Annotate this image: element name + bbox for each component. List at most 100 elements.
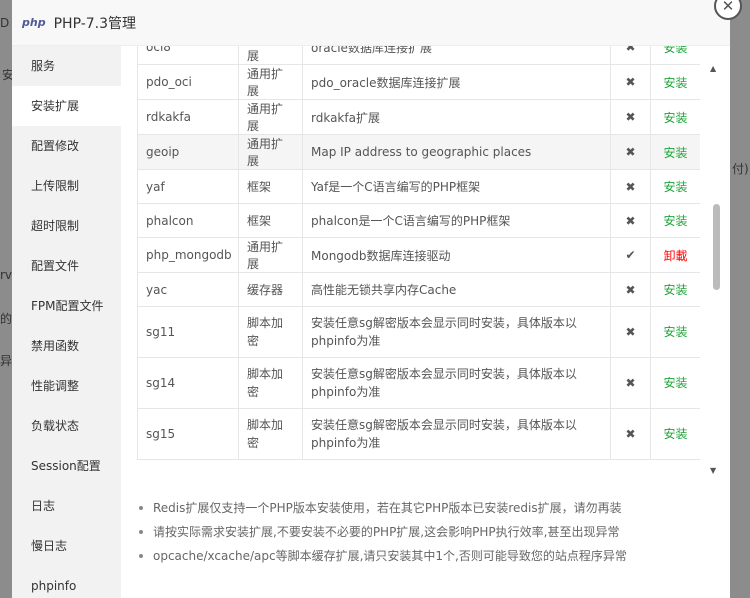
cross-icon: ✖ [625, 282, 636, 297]
sidebar-item[interactable]: phpinfo [12, 566, 121, 598]
description-line: 安装任意sg解密版本会显示同时安装，具体版本以 [311, 418, 577, 432]
description-line: 安装任意sg解密版本会显示同时安装，具体版本以 [311, 367, 577, 381]
scrollbar[interactable]: ▲ ▼ [710, 56, 722, 476]
status-cell: ✔ [610, 237, 651, 273]
status-cell: ✖ [610, 408, 651, 460]
sidebar-item[interactable]: 超时限制 [12, 206, 121, 246]
status-cell: ✖ [610, 357, 651, 409]
install-link[interactable]: 安装 [663, 180, 687, 194]
extension-name: yac [137, 272, 239, 307]
extension-description: Mongodb数据库连接驱动 [302, 237, 611, 273]
cross-icon: ✖ [625, 213, 636, 228]
cross-icon: ✖ [625, 75, 636, 89]
operation-cell: 安装 [650, 408, 700, 460]
note-item: Redis扩展仅支持一个PHP版本安装使用，若在其它PHP版本已安装redis扩… [137, 498, 627, 522]
extension-type: 框架 [238, 169, 303, 204]
description-line: phpinfo为准 [311, 436, 381, 450]
extension-name: pdo_oci [137, 64, 239, 100]
status-cell: ✖ [610, 169, 651, 204]
extension-description: pdo_oracle数据库连接扩展 [302, 64, 611, 100]
status-cell: ✖ [610, 134, 651, 170]
dialog-header[interactable]: php PHP-7.3管理 [12, 0, 730, 46]
extension-row: yaf 框架 Yaf是一个C语言编写的PHP框架 ✖ 安装 [137, 169, 700, 204]
extension-table-wrapper[interactable]: oci8通用扩展oracle数据库连接扩展✖安装pdo_oci通用扩展pdo_o… [137, 46, 700, 475]
cross-icon: ✖ [625, 46, 636, 54]
sidebar: 服务 安装扩展 配置修改 上传限制 超时限制 配置文件 FPM配置文件 禁用函数 性能调整 负载状… [12, 46, 121, 598]
cross-icon: ✖ [625, 325, 636, 339]
sidebar-item[interactable]: 上传限制 [12, 166, 121, 206]
note-item: 请按实际需求安装扩展,不要安装不必要的PHP扩展,这会影响PHP执行效率,甚至出… [137, 522, 627, 546]
install-link[interactable]: 安装 [663, 283, 687, 297]
extension-description: Yaf是一个C语言编写的PHP框架 [302, 169, 611, 204]
sidebar-item[interactable]: 配置修改 [12, 126, 121, 166]
operation-cell: 安装 [650, 306, 700, 358]
install-link[interactable]: 安装 [663, 214, 687, 228]
operation-cell: 卸載 [650, 237, 700, 273]
extension-row: phalcon 框架 phalcon是一个C语言编写的PHP框架 ✖ 安装 [137, 203, 700, 238]
sidebar-item[interactable]: 禁用函数 [12, 326, 121, 366]
sidebar-item[interactable]: 配置文件 [12, 246, 121, 286]
operation-cell: 安装 [650, 64, 700, 100]
extension-type: 通用扩展 [238, 99, 303, 135]
sidebar-item[interactable]: 慢日志 [12, 526, 121, 566]
sidebar-item[interactable]: 负载状态 [12, 406, 121, 446]
cross-icon: ✖ [625, 179, 636, 194]
extension-type: 缓存器 [238, 272, 303, 307]
extension-name: yaf [137, 169, 239, 204]
install-link[interactable]: 安装 [663, 111, 687, 125]
sidebar-item[interactable]: 日志 [12, 486, 121, 526]
extension-row: sg14 脚本加密 安装任意sg解密版本会显示同时安装，具体版本以 phpinfo为准… [137, 357, 700, 409]
description-line: phpinfo为准 [311, 385, 381, 399]
install-link[interactable]: 安装 [663, 146, 687, 160]
scroll-down-icon[interactable]: ▼ [710, 466, 716, 475]
status-cell: ✖ [610, 46, 651, 65]
extension-description: Map IP address to geographic places [302, 134, 611, 170]
cross-icon: ✖ [625, 376, 636, 390]
extension-row: geoip 通用扩展 Map IP address to geographic pl… [137, 134, 700, 170]
close-icon: ✕ [721, 0, 735, 15]
sidebar-item[interactable]: FPM配置文件 [12, 286, 121, 326]
php-manager-dialog: php PHP-7.3管理 服务 安装扩展 配置修改 上传限制 超时限制 配置文件 FPM配… [12, 0, 730, 598]
install-link[interactable]: 安装 [663, 325, 687, 339]
extension-description: rdkakfa扩展 [302, 99, 611, 135]
background-fragment: 付) [732, 162, 749, 176]
extension-name: php_mongodb [137, 237, 239, 273]
extension-description: 安装任意sg解密版本会显示同时安装，具体版本以 phpinfo为准 [302, 357, 611, 409]
sidebar-item[interactable]: 安装扩展 [12, 86, 121, 126]
extension-type: 框架 [238, 203, 303, 238]
install-link[interactable]: 安装 [663, 76, 687, 90]
extension-type: 脚本加密 [238, 306, 303, 358]
check-icon: ✔ [625, 248, 636, 262]
uninstall-link[interactable]: 卸載 [663, 249, 687, 263]
scroll-up-icon[interactable]: ▲ [710, 64, 716, 73]
cross-icon: ✖ [625, 110, 636, 124]
sidebar-item[interactable]: 服务 [12, 46, 121, 86]
extension-name: sg14 [137, 357, 239, 409]
status-cell: ✖ [610, 99, 651, 135]
scrollbar-thumb[interactable] [713, 204, 720, 290]
php-logo-icon: php [22, 16, 46, 29]
extension-type: 通用扩展 [238, 46, 303, 65]
status-cell: ✖ [610, 306, 651, 358]
extension-row: php_mongodb 通用扩展 Mongodb数据库连接驱动 ✔ 卸載 [137, 237, 700, 273]
background-fragment: D [0, 16, 10, 30]
operation-cell: 安装 [650, 169, 700, 204]
extension-description: 安装任意sg解密版本会显示同时安装，具体版本以 phpinfo为准 [302, 306, 611, 358]
extension-name: phalcon [137, 203, 239, 238]
operation-cell: 安装 [650, 357, 700, 409]
install-link[interactable]: 安装 [663, 376, 687, 390]
status-cell: ✖ [610, 64, 651, 100]
operation-cell: 安装 [650, 46, 700, 65]
sidebar-item[interactable]: 性能调整 [12, 366, 121, 406]
install-link[interactable]: 安装 [663, 46, 687, 55]
description-line: phpinfo为准 [311, 334, 381, 348]
install-link[interactable]: 安装 [663, 427, 687, 441]
extension-type: 脚本加密 [238, 357, 303, 409]
extension-name: sg11 [137, 306, 239, 358]
operation-cell: 安装 [650, 99, 700, 135]
extension-row: yac 缓存器 高性能无锁共享内存Cache ✖ 安装 [137, 272, 700, 307]
sidebar-item[interactable]: Session配置 [12, 446, 121, 486]
extension-type: 通用扩展 [238, 134, 303, 170]
description-line: 安装任意sg解密版本会显示同时安装，具体版本以 [311, 316, 577, 330]
extension-row: rdkakfa 通用扩展 rdkakfa扩展 ✖ 安装 [137, 99, 700, 135]
